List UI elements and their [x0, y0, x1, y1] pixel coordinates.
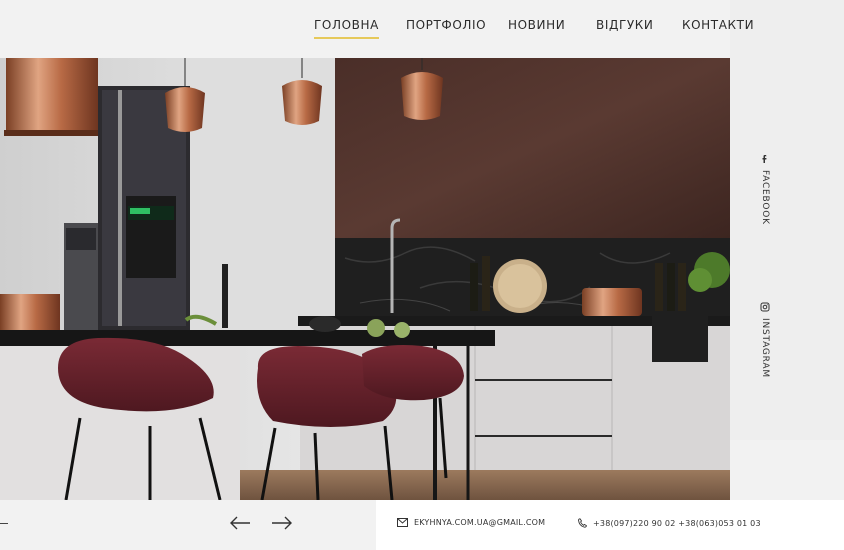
phone-icon [578, 518, 587, 528]
next-slide-button[interactable] [271, 514, 293, 532]
facebook-icon [762, 155, 767, 163]
nav-item-label: КОНТАКТИ [682, 18, 755, 32]
instagram-icon [760, 302, 770, 312]
nav-item-reviews[interactable]: ВІДГУКИ [596, 18, 653, 32]
active-nav-underline [314, 37, 379, 39]
nav-item-label: НОВИНИ [508, 18, 566, 32]
arrow-left-icon [230, 516, 250, 530]
right-side-panel [730, 0, 844, 440]
kitchen-illustration [0, 58, 730, 500]
nav-item-label: ГОЛОВНА [314, 18, 379, 32]
nav-item-label: ПОРТФОЛІО [406, 18, 487, 32]
nav-item-contacts[interactable]: КОНТАКТИ [682, 18, 754, 32]
nav-item-news[interactable]: НОВИНИ [508, 18, 565, 32]
slide-indicator [0, 523, 8, 524]
nav-item-portfolio[interactable]: ПОРТФОЛІО [406, 18, 486, 32]
nav-item-home[interactable]: ГОЛОВНА [314, 18, 379, 39]
prev-slide-button[interactable] [229, 514, 251, 532]
instagram-label: INSTAGRAM [760, 318, 770, 378]
email-text: EKYHNYA.COM.UA@GMAIL.COM [414, 518, 546, 527]
main-nav: ГОЛОВНА ПОРТФОЛІО НОВИНИ ВІДГУКИ КОНТАКТ… [0, 18, 844, 39]
phone-text: +38(097)220 90 02 +38(063)053 01 03 [593, 518, 761, 528]
facebook-link[interactable]: FACEBOOK [760, 154, 770, 225]
arrow-right-icon [272, 516, 292, 530]
instagram-link[interactable]: INSTAGRAM [760, 302, 770, 378]
mail-icon [397, 518, 408, 527]
hero-image [0, 58, 730, 500]
phone-link[interactable]: +38(097)220 90 02 +38(063)053 01 03 [578, 518, 761, 528]
email-link[interactable]: EKYHNYA.COM.UA@GMAIL.COM [397, 518, 545, 527]
nav-item-label: ВІДГУКИ [596, 18, 654, 32]
facebook-label: FACEBOOK [760, 170, 770, 225]
